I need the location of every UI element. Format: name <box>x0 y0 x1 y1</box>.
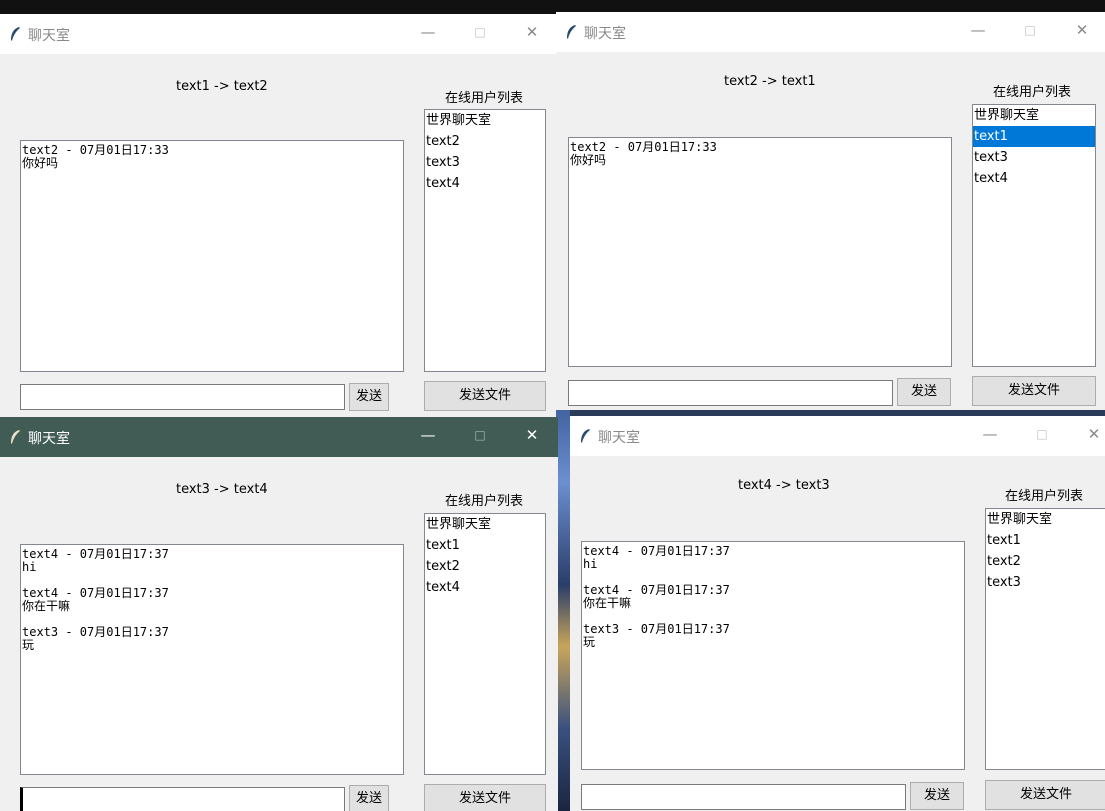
window-title: 聊天室 <box>28 431 70 447</box>
send-button[interactable]: 发送 <box>349 383 389 411</box>
message-header: text2 - 07月01日17:33 <box>22 143 169 157</box>
chat-message: text3 - 07月01日17:37 玩 <box>583 623 963 649</box>
message-input[interactable] <box>20 384 345 410</box>
user-list-item[interactable]: text3 <box>973 147 1095 168</box>
desktop-wallpaper <box>556 400 570 811</box>
maximize-icon[interactable]: □ <box>1030 427 1054 441</box>
close-icon[interactable]: ✕ <box>1070 21 1094 39</box>
maximize-icon[interactable]: □ <box>468 25 492 39</box>
user-list-item[interactable]: text3 <box>425 152 545 173</box>
window-title: 聊天室 <box>28 28 70 44</box>
chat-window-text2: 聊天室 — □ ✕ text2 -> text1 在线用户列表 世界聊天室 tex… <box>556 12 1105 410</box>
message-header: text3 - 07月01日17:37 <box>22 625 169 639</box>
minimize-icon[interactable]: — <box>966 21 990 39</box>
message-body: 玩 <box>22 638 35 652</box>
title-bar[interactable]: 聊天室 — □ ✕ <box>556 12 1105 52</box>
user-list-item[interactable]: 世界聊天室 <box>986 509 1105 530</box>
window-title: 聊天室 <box>598 430 640 446</box>
message-input[interactable] <box>581 784 906 810</box>
message-body: hi <box>583 557 598 571</box>
chat-message: text2 - 07月01日17:33 你好吗 <box>570 141 950 167</box>
user-list-item[interactable]: text4 <box>973 168 1095 189</box>
message-body: 你好吗 <box>570 153 607 167</box>
close-icon[interactable]: ✕ <box>1082 425 1105 443</box>
message-body: 你在干嘛 <box>22 599 71 613</box>
online-users-list[interactable]: 世界聊天室 text2 text3 text4 <box>424 109 546 372</box>
chat-history[interactable]: text2 - 07月01日17:33 你好吗 <box>20 140 404 372</box>
close-icon[interactable]: ✕ <box>520 23 544 41</box>
chat-message: text4 - 07月01日17:37 你在干嘛 <box>583 584 963 610</box>
title-bar[interactable]: 聊天室 — □ ✕ <box>0 417 558 457</box>
chat-route-label: text2 -> text1 <box>724 74 816 89</box>
message-input[interactable] <box>568 380 893 406</box>
user-list-item[interactable]: text3 <box>986 572 1105 593</box>
message-input[interactable] <box>20 787 345 811</box>
message-header: text4 - 07月01日17:37 <box>22 547 169 561</box>
chat-message: text4 - 07月01日17:37 hi <box>583 545 963 571</box>
send-button[interactable]: 发送 <box>349 785 389 811</box>
user-list-item[interactable]: text2 <box>425 131 545 152</box>
send-file-button[interactable]: 发送文件 <box>972 376 1096 406</box>
minimize-icon[interactable]: — <box>416 23 440 41</box>
user-list-item[interactable]: text1 <box>425 535 545 556</box>
message-header: text4 - 07月01日17:37 <box>583 544 730 558</box>
user-list-item[interactable]: text2 <box>425 556 545 577</box>
chat-message: text4 - 07月01日17:37 你在干嘛 <box>22 587 402 613</box>
minimize-icon[interactable]: — <box>416 426 440 444</box>
feather-icon <box>11 430 20 444</box>
user-list-item[interactable]: text1 <box>986 530 1105 551</box>
online-users-list[interactable]: 世界聊天室 text1 text2 text3 <box>985 508 1105 770</box>
chat-route-label: text3 -> text4 <box>176 482 268 497</box>
message-body: hi <box>22 560 37 574</box>
maximize-icon[interactable]: □ <box>1018 23 1042 37</box>
chat-route-label: text4 -> text3 <box>738 478 830 493</box>
chat-message: text4 - 07月01日17:37 hi <box>22 548 402 574</box>
user-list-item[interactable]: text4 <box>425 577 545 598</box>
feather-icon <box>581 429 590 443</box>
user-list-item[interactable]: 世界聊天室 <box>425 110 545 131</box>
chat-window-text3: 聊天室 — □ ✕ text3 -> text4 在线用户列表 世界聊天室 tex… <box>0 417 558 811</box>
message-body: 你在干嘛 <box>583 596 632 610</box>
message-header: text4 - 07月01日17:37 <box>583 583 730 597</box>
send-file-button[interactable]: 发送文件 <box>424 784 546 811</box>
chat-history[interactable]: text4 - 07月01日17:37 hi text4 - 07月01日17:37… <box>581 541 965 770</box>
title-bar[interactable]: 聊天室 — □ ✕ <box>570 416 1105 456</box>
chat-route-label: text1 -> text2 <box>176 79 268 94</box>
title-bar[interactable]: 聊天室 — □ ✕ <box>0 14 556 54</box>
feather-icon <box>11 27 20 41</box>
send-button[interactable]: 发送 <box>910 782 964 810</box>
message-header: text4 - 07月01日17:37 <box>22 586 169 600</box>
online-users-label: 在线用户列表 <box>993 85 1072 100</box>
chat-history[interactable]: text4 - 07月01日17:37 hi text4 - 07月01日17:37… <box>20 544 404 775</box>
window-title: 聊天室 <box>584 26 626 42</box>
send-button[interactable]: 发送 <box>897 378 951 406</box>
online-users-list[interactable]: 世界聊天室 text1 text2 text4 <box>424 513 546 775</box>
chat-message: text3 - 07月01日17:37 玩 <box>22 626 402 652</box>
user-list-item[interactable]: text4 <box>425 173 545 194</box>
message-body: 玩 <box>583 635 596 649</box>
maximize-icon[interactable]: □ <box>468 428 492 442</box>
send-file-button[interactable]: 发送文件 <box>985 780 1105 810</box>
message-body: 你好吗 <box>22 156 59 170</box>
chat-history[interactable]: text2 - 07月01日17:33 你好吗 <box>568 137 952 367</box>
user-list-item[interactable]: text1 <box>973 126 1095 147</box>
send-file-button[interactable]: 发送文件 <box>424 381 546 411</box>
chat-message: text2 - 07月01日17:33 你好吗 <box>22 144 402 170</box>
close-icon[interactable]: ✕ <box>520 426 544 444</box>
online-users-label: 在线用户列表 <box>1005 489 1084 504</box>
minimize-icon[interactable]: — <box>978 425 1002 443</box>
chat-window-text4: 聊天室 — □ ✕ text4 -> text3 在线用户列表 世界聊天室 tex… <box>570 416 1105 811</box>
online-users-label: 在线用户列表 <box>445 91 524 106</box>
message-header: text3 - 07月01日17:37 <box>583 622 730 636</box>
user-list-item[interactable]: text2 <box>986 551 1105 572</box>
online-users-label: 在线用户列表 <box>445 494 524 509</box>
online-users-list[interactable]: 世界聊天室 text1 text3 text4 <box>972 104 1096 367</box>
chat-window-text1: 聊天室 — □ ✕ text1 -> text2 在线用户列表 世界聊天室 tex… <box>0 14 556 417</box>
user-list-item[interactable]: 世界聊天室 <box>425 514 545 535</box>
user-list-item[interactable]: 世界聊天室 <box>973 105 1095 126</box>
feather-icon <box>567 25 576 39</box>
message-header: text2 - 07月01日17:33 <box>570 140 717 154</box>
